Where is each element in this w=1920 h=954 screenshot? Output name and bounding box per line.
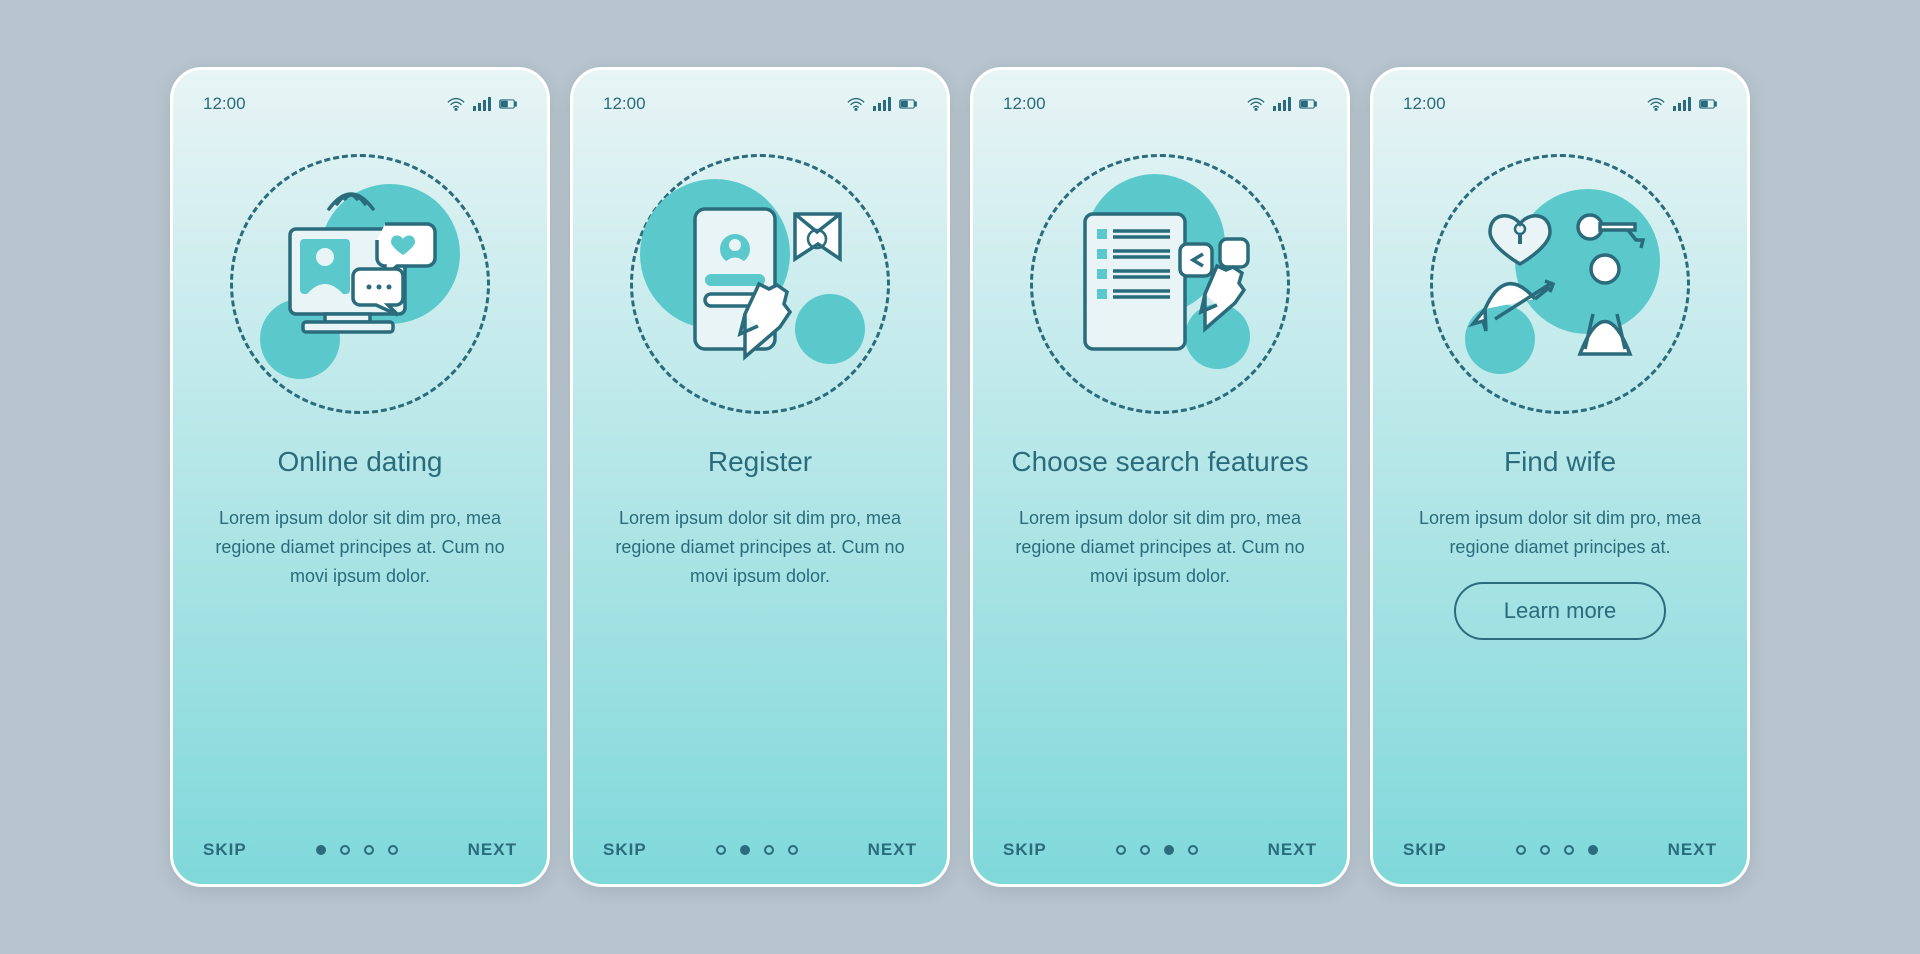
next-button[interactable]: NEXT xyxy=(1268,840,1317,860)
page-dots xyxy=(1516,845,1598,855)
status-icons xyxy=(1647,96,1717,112)
phone-grid: 12:00 xyxy=(130,27,1790,927)
battery-icon xyxy=(1299,96,1317,112)
status-bar: 12:00 xyxy=(203,94,517,114)
battery-icon xyxy=(499,96,517,112)
screen-title: Find wife xyxy=(1403,444,1717,480)
wifi-icon xyxy=(447,96,465,112)
dot-3[interactable] xyxy=(1164,845,1174,855)
screen-description: Lorem ipsum dolor sit dim pro, mea regio… xyxy=(1003,504,1317,590)
next-button[interactable]: NEXT xyxy=(468,840,517,860)
status-time: 12:00 xyxy=(1003,94,1046,114)
screen-title: Register xyxy=(603,444,917,480)
battery-icon xyxy=(899,96,917,112)
dot-2[interactable] xyxy=(1140,845,1150,855)
battery-icon xyxy=(1699,96,1717,112)
next-button[interactable]: NEXT xyxy=(868,840,917,860)
content-area: Register Lorem ipsum dolor sit dim pro, … xyxy=(603,444,917,820)
illustration-search-features xyxy=(1030,154,1290,414)
wifi-icon xyxy=(847,96,865,112)
dot-2[interactable] xyxy=(340,845,350,855)
nav-bar: SKIP NEXT xyxy=(1403,820,1717,860)
dot-4[interactable] xyxy=(1588,845,1598,855)
nav-bar: SKIP NEXT xyxy=(603,820,917,860)
content-area: Choose search features Lorem ipsum dolor… xyxy=(1003,444,1317,820)
skip-button[interactable]: SKIP xyxy=(1003,840,1047,860)
screen-description: Lorem ipsum dolor sit dim pro, mea regio… xyxy=(1403,504,1717,562)
status-icons xyxy=(447,96,517,112)
status-time: 12:00 xyxy=(203,94,246,114)
illustration-register xyxy=(630,154,890,414)
dot-3[interactable] xyxy=(764,845,774,855)
illustration-online-dating xyxy=(230,154,490,414)
illustration-find-wife xyxy=(1430,154,1690,414)
skip-button[interactable]: SKIP xyxy=(603,840,647,860)
screen-title: Choose search features xyxy=(1003,444,1317,480)
nav-bar: SKIP NEXT xyxy=(203,820,517,860)
screen-description: Lorem ipsum dolor sit dim pro, mea regio… xyxy=(203,504,517,590)
onboarding-screen-1: 12:00 xyxy=(170,67,550,887)
status-icons xyxy=(1247,96,1317,112)
wifi-icon xyxy=(1647,96,1665,112)
status-time: 12:00 xyxy=(1403,94,1446,114)
dot-3[interactable] xyxy=(1564,845,1574,855)
status-bar: 12:00 xyxy=(1403,94,1717,114)
skip-button[interactable]: SKIP xyxy=(203,840,247,860)
skip-button[interactable]: SKIP xyxy=(1403,840,1447,860)
screen-title: Online dating xyxy=(203,444,517,480)
signal-icon xyxy=(1273,96,1291,112)
onboarding-screen-4: 12:00 xyxy=(1370,67,1750,887)
onboarding-screen-3: 12:00 xyxy=(970,67,1350,887)
content-area: Find wife Lorem ipsum dolor sit dim pro,… xyxy=(1403,444,1717,820)
dot-4[interactable] xyxy=(388,845,398,855)
screen-description: Lorem ipsum dolor sit dim pro, mea regio… xyxy=(603,504,917,590)
status-icons xyxy=(847,96,917,112)
status-bar: 12:00 xyxy=(1003,94,1317,114)
dot-3[interactable] xyxy=(364,845,374,855)
dot-4[interactable] xyxy=(1188,845,1198,855)
status-time: 12:00 xyxy=(603,94,646,114)
dot-2[interactable] xyxy=(1540,845,1550,855)
next-button[interactable]: NEXT xyxy=(1668,840,1717,860)
page-dots xyxy=(316,845,398,855)
content-area: Online dating Lorem ipsum dolor sit dim … xyxy=(203,444,517,820)
dot-1[interactable] xyxy=(1516,845,1526,855)
dot-1[interactable] xyxy=(316,845,326,855)
status-bar: 12:00 xyxy=(603,94,917,114)
page-dots xyxy=(1116,845,1198,855)
dot-1[interactable] xyxy=(716,845,726,855)
page-dots xyxy=(716,845,798,855)
nav-bar: SKIP NEXT xyxy=(1003,820,1317,860)
dot-2[interactable] xyxy=(740,845,750,855)
dot-1[interactable] xyxy=(1116,845,1126,855)
onboarding-screen-2: 12:00 xyxy=(570,67,950,887)
dot-4[interactable] xyxy=(788,845,798,855)
signal-icon xyxy=(1673,96,1691,112)
signal-icon xyxy=(473,96,491,112)
learn-more-button[interactable]: Learn more xyxy=(1454,582,1667,640)
signal-icon xyxy=(873,96,891,112)
wifi-icon xyxy=(1247,96,1265,112)
